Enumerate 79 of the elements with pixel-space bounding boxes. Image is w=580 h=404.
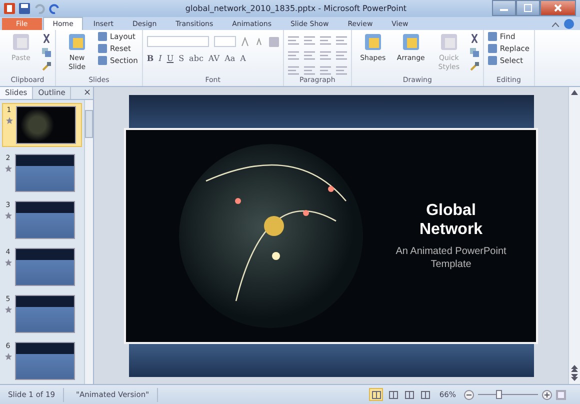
format-button[interactable]: S <box>178 54 184 62</box>
format-button[interactable]: I <box>158 54 162 62</box>
slide-subtitle: An Animated PowerPoint Template <box>394 244 508 270</box>
slide-preview <box>15 154 75 192</box>
slide-preview <box>16 106 76 144</box>
paragraph-format-icon[interactable] <box>288 66 299 75</box>
scrollbar[interactable] <box>84 100 93 384</box>
font-size-field[interactable] <box>214 36 236 47</box>
slide-preview <box>15 248 75 286</box>
format-button[interactable]: U <box>166 54 174 62</box>
format-button[interactable]: A <box>240 54 246 62</box>
window-title: global_network_2010_1835.pptx - Microsoft PowerPoint <box>184 4 408 13</box>
redo-icon[interactable] <box>49 3 60 14</box>
slide-preview <box>15 201 75 239</box>
format-button[interactable]: AV <box>208 54 220 62</box>
paragraph-format-icon[interactable] <box>288 36 299 45</box>
copy-icon[interactable] <box>470 48 479 57</box>
format-button[interactable]: abc <box>189 54 204 62</box>
star-icon <box>6 117 12 124</box>
paragraph-format-icon[interactable] <box>288 51 299 60</box>
format-button[interactable]: Aa <box>224 54 236 62</box>
copy-icon[interactable] <box>42 48 51 57</box>
view-button[interactable] <box>369 388 384 401</box>
star-icon <box>4 259 12 266</box>
star-icon <box>4 212 12 219</box>
previous-slide-icon[interactable] <box>571 365 578 372</box>
slide-preview <box>15 295 75 333</box>
help-icon[interactable] <box>564 19 574 29</box>
close-panel-button[interactable]: × <box>81 88 93 98</box>
view-button[interactable] <box>419 389 432 400</box>
zoom-slider-thumb[interactable] <box>496 390 502 399</box>
paragraph-format-icon[interactable] <box>304 36 315 45</box>
minimize-button[interactable] <box>492 0 516 16</box>
paragraph-format-icon[interactable] <box>320 66 331 75</box>
slide-title: Global Network <box>418 200 484 238</box>
next-slide-icon[interactable] <box>571 374 578 381</box>
fit-to-window-icon[interactable] <box>556 390 566 400</box>
command-icon <box>400 32 421 52</box>
close-button[interactable] <box>540 0 576 16</box>
scrollbar[interactable] <box>568 87 580 384</box>
brush-icon[interactable] <box>470 62 479 71</box>
view-icon <box>388 390 398 398</box>
clear-format-icon[interactable] <box>268 36 279 46</box>
view-icon <box>404 390 414 398</box>
font-name-field[interactable] <box>146 36 209 47</box>
command-icon <box>11 32 31 52</box>
scissors-icon[interactable] <box>42 34 51 43</box>
scissors-icon[interactable] <box>470 34 479 43</box>
grow-font-icon[interactable] <box>240 37 251 46</box>
command-icon <box>362 32 383 52</box>
maximize-button[interactable] <box>516 0 540 16</box>
paragraph-format-icon[interactable] <box>304 51 315 60</box>
paragraph-format-icon[interactable] <box>320 51 331 60</box>
zoom-out-icon[interactable] <box>464 390 474 400</box>
slide-preview <box>15 342 75 380</box>
maximize-icon <box>524 4 532 12</box>
star-icon <box>4 306 12 313</box>
view-button[interactable] <box>403 389 416 400</box>
paragraph-format-icon[interactable] <box>320 36 331 45</box>
powerpoint-icon[interactable] <box>4 3 15 14</box>
format-button[interactable]: B <box>146 53 154 63</box>
close-icon <box>554 4 562 12</box>
command-icon <box>67 32 87 52</box>
star-icon <box>4 165 12 172</box>
paragraph-format-icon[interactable] <box>336 66 347 75</box>
zoom-in-icon[interactable] <box>542 390 552 400</box>
view-icon <box>420 390 430 398</box>
shrink-font-icon[interactable] <box>256 38 264 45</box>
paragraph-format-icon[interactable] <box>336 51 347 60</box>
command-icon <box>438 32 459 52</box>
brush-icon[interactable] <box>42 62 51 71</box>
collapse-ribbon-icon[interactable] <box>552 22 559 27</box>
view-icon <box>372 390 381 398</box>
paragraph-format-icon[interactable] <box>336 36 347 45</box>
paragraph-format-icon[interactable] <box>304 66 315 75</box>
scroll-up-icon[interactable] <box>571 90 578 95</box>
save-icon[interactable] <box>19 3 30 14</box>
star-icon <box>4 353 12 360</box>
view-button[interactable] <box>387 389 400 400</box>
